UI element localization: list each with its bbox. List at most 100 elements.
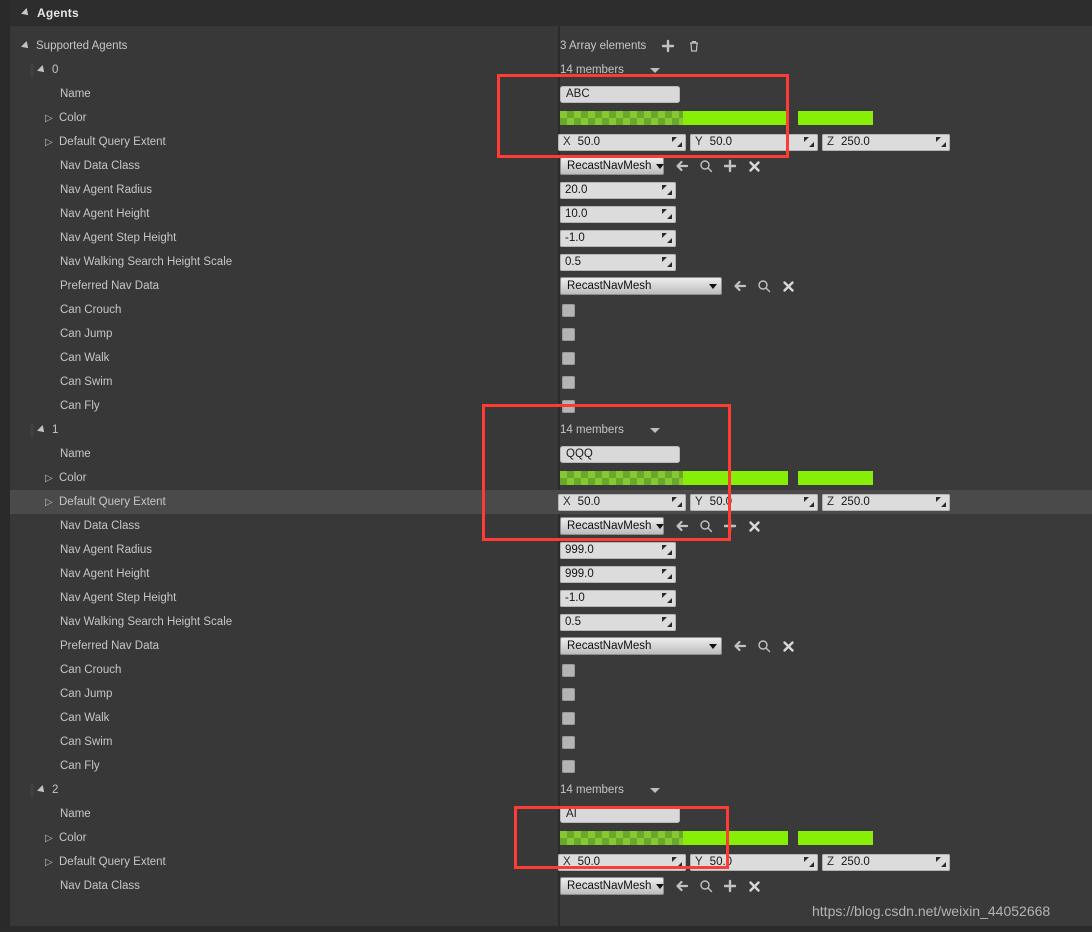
- spinner-arrows-icon[interactable]: [672, 136, 682, 147]
- preferred-nav-data-dropdown-0[interactable]: RecastNavMesh: [560, 277, 722, 295]
- nav-data-class-dropdown-2[interactable]: RecastNavMesh: [560, 877, 665, 895]
- browse-icon[interactable]: [754, 636, 774, 656]
- row-nav-agent-step-height-0: Nav Agent Step Height -1.0: [0, 226, 1092, 250]
- can-swim-checkbox-1[interactable]: [562, 735, 575, 749]
- clear-icon[interactable]: [778, 636, 798, 656]
- expander-closed-icon[interactable]: ▷: [45, 473, 59, 484]
- browse-icon[interactable]: [696, 516, 716, 536]
- dropdown-label: RecastNavMesh: [567, 880, 652, 892]
- spinner-arrows-icon[interactable]: [804, 856, 814, 867]
- nav-agent-step-height-field-1[interactable]: -1.0: [560, 589, 676, 607]
- spinner-arrows-icon[interactable]: [662, 208, 672, 219]
- use-selected-icon[interactable]: [720, 876, 740, 896]
- can-walk-checkbox-1[interactable]: [562, 711, 575, 725]
- drag-handle-icon[interactable]: [30, 63, 34, 77]
- color-swatch-1[interactable]: [560, 471, 873, 485]
- back-arrow-icon[interactable]: [730, 276, 750, 296]
- members-dropdown-1[interactable]: 14 members: [560, 424, 660, 436]
- back-arrow-icon[interactable]: [672, 876, 692, 896]
- query-extent-y-1[interactable]: Y 50.0: [690, 493, 818, 511]
- browse-icon[interactable]: [754, 276, 774, 296]
- can-fly-checkbox-1[interactable]: [562, 759, 575, 773]
- can-crouch-checkbox-1[interactable]: [562, 663, 575, 677]
- spinner-arrows-icon[interactable]: [662, 256, 672, 267]
- clear-icon[interactable]: [778, 276, 798, 296]
- spinner-arrows-icon[interactable]: [662, 616, 672, 627]
- preferred-nav-data-dropdown-1[interactable]: RecastNavMesh: [560, 637, 722, 655]
- spinner-arrows-icon[interactable]: [662, 544, 672, 555]
- expander-closed-icon[interactable]: ▷: [45, 113, 59, 124]
- nav-agent-step-height-field-0[interactable]: -1.0: [560, 229, 676, 247]
- spinner-arrows-icon[interactable]: [662, 592, 672, 603]
- spinner-arrows-icon[interactable]: [936, 496, 946, 507]
- back-arrow-icon[interactable]: [672, 516, 692, 536]
- drag-handle-icon[interactable]: [30, 423, 34, 437]
- members-dropdown-0[interactable]: 14 members: [560, 64, 660, 76]
- use-selected-icon[interactable]: [720, 156, 740, 176]
- back-arrow-icon[interactable]: [730, 636, 750, 656]
- can-jump-checkbox-0[interactable]: [562, 327, 575, 341]
- nav-data-class-dropdown-0[interactable]: RecastNavMesh: [560, 157, 665, 175]
- can-jump-checkbox-1[interactable]: [562, 687, 575, 701]
- spinner-arrows-icon[interactable]: [804, 136, 814, 147]
- query-extent-z-1[interactable]: Z 250.0: [822, 493, 950, 511]
- members-dropdown-2[interactable]: 14 members: [560, 784, 660, 796]
- nav-walking-search-height-scale-field-0[interactable]: 0.5: [560, 253, 676, 271]
- expander-closed-icon[interactable]: ▷: [45, 497, 59, 508]
- expander-closed-icon[interactable]: ▷: [45, 857, 59, 868]
- back-arrow-icon[interactable]: [672, 156, 692, 176]
- name-input-2[interactable]: AI: [560, 805, 680, 823]
- can-walk-checkbox-0[interactable]: [562, 351, 575, 365]
- expander-open-icon[interactable]: [37, 424, 52, 436]
- expander-open-icon[interactable]: [21, 40, 36, 52]
- can-crouch-checkbox-0[interactable]: [562, 303, 575, 317]
- nav-agent-radius-field-1[interactable]: 999.0: [560, 541, 676, 559]
- spinner-arrows-icon[interactable]: [936, 856, 946, 867]
- axis-label-x: X: [563, 856, 571, 868]
- axis-label-z: Z: [827, 496, 835, 508]
- spinner-arrows-icon[interactable]: [804, 496, 814, 507]
- label-text: Nav Agent Radius: [60, 184, 153, 196]
- spinner-arrows-icon[interactable]: [662, 184, 672, 195]
- nav-data-class-dropdown-1[interactable]: RecastNavMesh: [560, 517, 665, 535]
- query-extent-y-0[interactable]: Y 50.0: [690, 133, 818, 151]
- spinner-arrows-icon[interactable]: [672, 496, 682, 507]
- nav-agent-height-field-1[interactable]: 999.0: [560, 565, 676, 583]
- use-selected-icon[interactable]: [720, 516, 740, 536]
- name-input-1[interactable]: QQQ: [560, 445, 680, 463]
- spinner-arrows-icon[interactable]: [662, 568, 672, 579]
- clear-icon[interactable]: [744, 516, 764, 536]
- query-extent-x-1[interactable]: X 50.0: [558, 493, 686, 511]
- nav-walking-search-height-scale-field-1[interactable]: 0.5: [560, 613, 676, 631]
- query-extent-y-2[interactable]: Y 50.0: [690, 853, 818, 871]
- expander-open-icon[interactable]: [37, 64, 52, 76]
- expander-closed-icon[interactable]: ▷: [45, 137, 59, 148]
- spinner-arrows-icon[interactable]: [672, 856, 682, 867]
- color-swatch-0[interactable]: [560, 111, 873, 125]
- clear-icon[interactable]: [744, 156, 764, 176]
- nav-agent-radius-field-0[interactable]: 20.0: [560, 181, 676, 199]
- spinner-arrows-icon[interactable]: [936, 136, 946, 147]
- browse-icon[interactable]: [696, 156, 716, 176]
- color-swatch-gap: [788, 471, 798, 485]
- can-swim-checkbox-0[interactable]: [562, 375, 575, 389]
- add-array-element-button[interactable]: [658, 36, 678, 56]
- name-input-0[interactable]: ABC: [560, 85, 680, 103]
- axis-label-y: Y: [695, 136, 703, 148]
- color-swatch-2[interactable]: [560, 831, 873, 845]
- spinner-arrows-icon[interactable]: [662, 232, 672, 243]
- query-extent-x-2[interactable]: X 50.0: [558, 853, 686, 871]
- expander-open-icon[interactable]: [37, 784, 52, 796]
- drag-handle-icon[interactable]: [30, 783, 34, 797]
- query-extent-x-0[interactable]: X 50.0: [558, 133, 686, 151]
- query-extent-z-2[interactable]: Z 250.0: [822, 853, 950, 871]
- nav-agent-height-field-0[interactable]: 10.0: [560, 205, 676, 223]
- expander-closed-icon[interactable]: ▷: [45, 833, 59, 844]
- can-fly-checkbox-0[interactable]: [562, 399, 575, 413]
- category-header-agents[interactable]: Agents: [0, 0, 1092, 27]
- delete-all-elements-button[interactable]: [684, 36, 704, 56]
- can-jump-label-1: Can Jump: [60, 682, 112, 706]
- clear-icon[interactable]: [744, 876, 764, 896]
- browse-icon[interactable]: [696, 876, 716, 896]
- query-extent-z-0[interactable]: Z 250.0: [822, 133, 950, 151]
